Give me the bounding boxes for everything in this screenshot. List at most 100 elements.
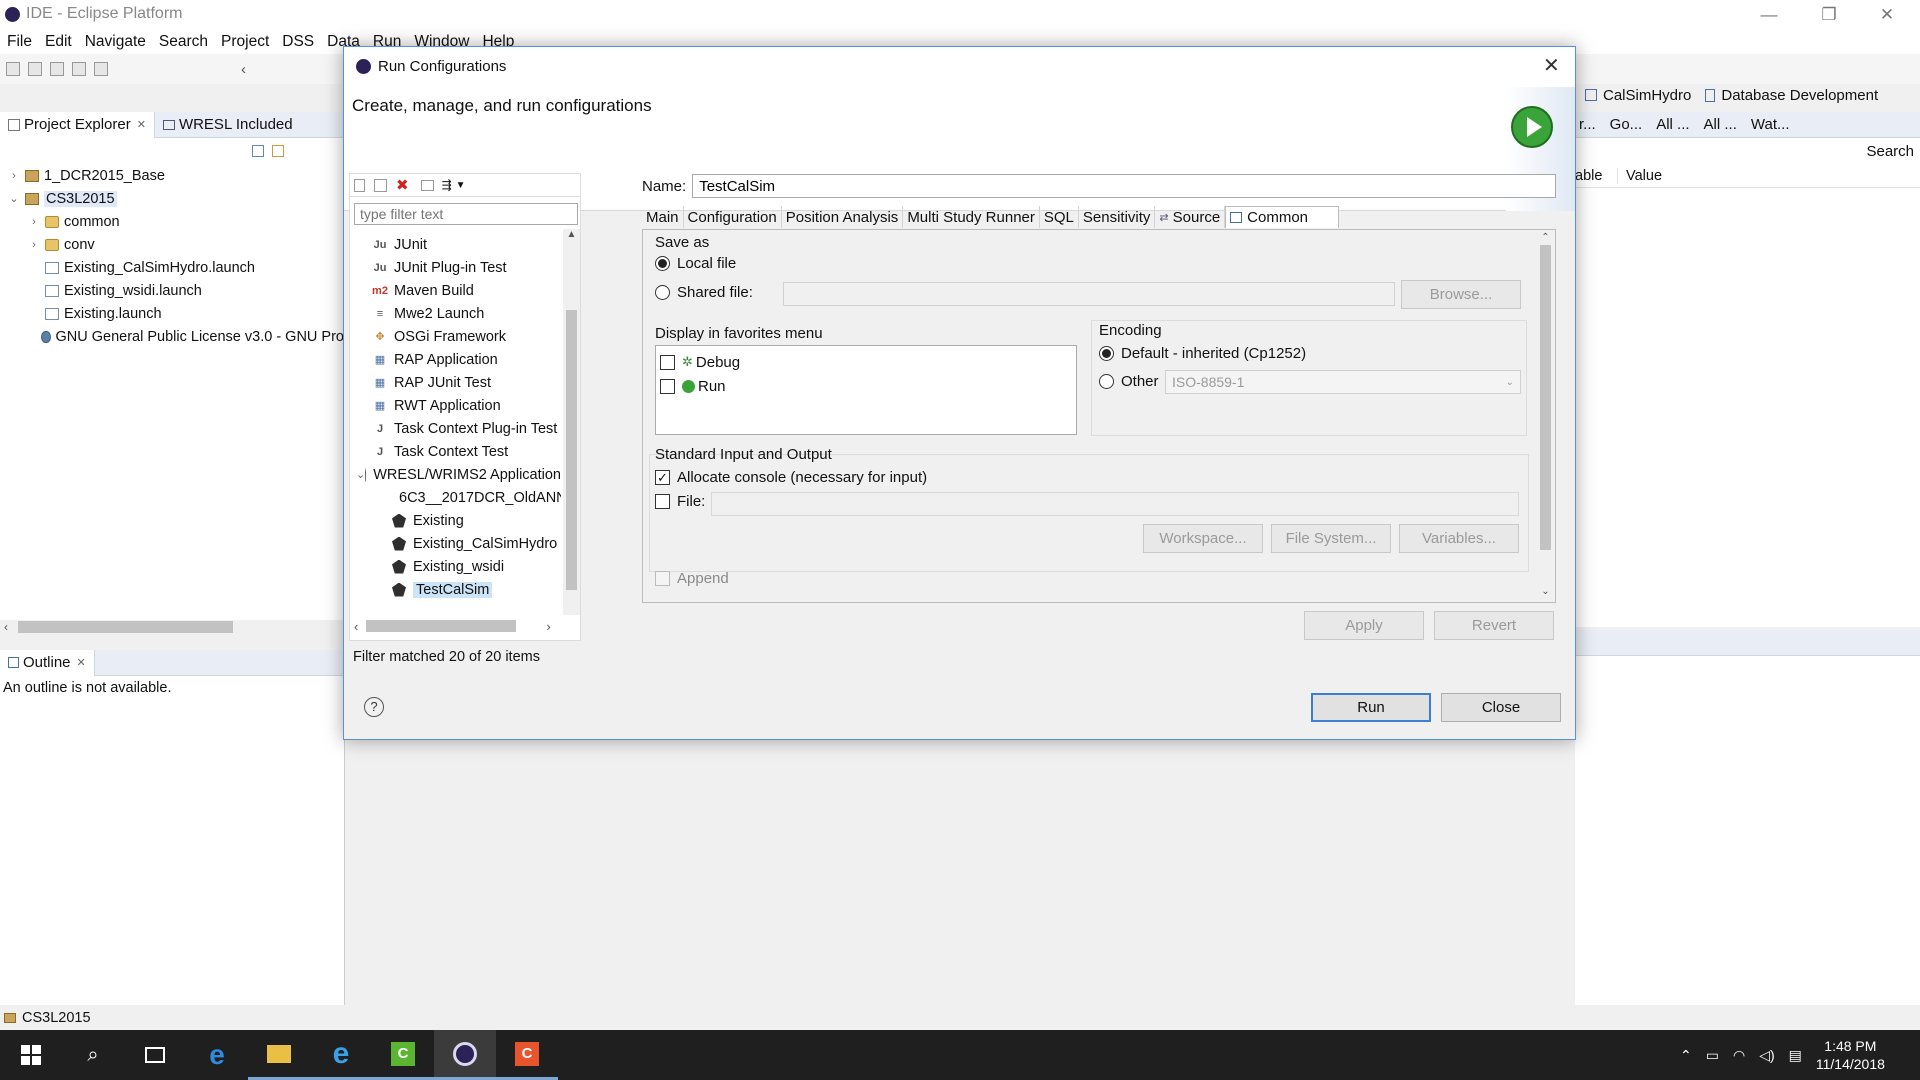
expand-toggle-icon[interactable]: ⌄ (8, 192, 20, 205)
favorite-debug-item[interactable]: ✲ Debug (660, 350, 1076, 374)
file-system-button[interactable]: File System... (1271, 524, 1391, 553)
perspective-database-development[interactable]: Database Development (1721, 87, 1878, 104)
config-type-item[interactable]: Ju JUnit Plug-in Test (356, 256, 561, 279)
close-button[interactable]: Close (1441, 693, 1561, 722)
tab-all-2[interactable]: All ... (1704, 116, 1737, 133)
column-header-name[interactable]: able (1575, 168, 1617, 184)
expand-toggle-icon[interactable]: › (8, 170, 20, 182)
filter-input[interactable] (354, 203, 578, 225)
print-icon[interactable] (94, 62, 108, 76)
close-tab-icon[interactable]: ✕ (137, 118, 146, 131)
scroll-right-icon[interactable]: › (546, 619, 550, 634)
config-type-item[interactable]: Ju JUnit (356, 233, 561, 256)
config-type-item[interactable]: ▦ RAP Application (356, 348, 561, 371)
expand-toggle-icon[interactable]: › (28, 216, 40, 228)
start-button[interactable] (0, 1030, 62, 1080)
append-checkbox[interactable] (655, 571, 670, 586)
tab-wresl-included[interactable]: WRESL Included (155, 112, 301, 138)
tab-r[interactable]: r... (1579, 116, 1596, 133)
shared-file-option[interactable]: Shared file: (655, 284, 753, 301)
debug-checkbox[interactable] (660, 354, 675, 370)
tree-item[interactable]: › 1_DCR2015_Base (8, 164, 344, 187)
config-type-item[interactable]: J Task Context Plug-in Test (356, 417, 561, 440)
tree-item[interactable]: Existing_CalSimHydro.launch (8, 256, 344, 279)
default-encoding-option[interactable]: Default - inherited (Cp1252) (1099, 345, 1306, 362)
config-type-item[interactable]: m2 Maven Build (356, 279, 561, 302)
tree-item[interactable]: Existing_wsidi.launch (8, 279, 344, 302)
allocate-console-checkbox[interactable]: ✓ (655, 470, 670, 485)
scroll-down-icon[interactable]: ⌄ (1537, 586, 1554, 597)
network-icon[interactable]: ◠ (1733, 1047, 1745, 1064)
tree-item[interactable]: Existing.launch (8, 302, 344, 325)
tab-position-analysis[interactable]: Position Analysis (782, 206, 904, 228)
variables-button[interactable]: Variables... (1399, 524, 1519, 553)
app-c-icon[interactable]: C (496, 1030, 558, 1080)
close-window-icon[interactable]: ✕ (1858, 0, 1916, 30)
delete-config-icon[interactable]: ✖ (396, 176, 409, 194)
config-type-item[interactable]: ▦ RWT Application (356, 394, 561, 417)
duplicate-config-icon[interactable] (374, 178, 387, 192)
new-package-icon[interactable] (28, 62, 42, 76)
collapse-all-icon[interactable] (420, 179, 434, 191)
filter-icon[interactable]: ⇶ (442, 178, 452, 192)
link-editor-icon[interactable] (272, 145, 284, 157)
config-type-item[interactable]: ▦ RAP JUnit Test (356, 371, 561, 394)
help-icon[interactable]: ? (364, 697, 384, 717)
run-checkbox[interactable] (660, 378, 675, 394)
config-type-item[interactable]: ≡ Mwe2 Launch (356, 302, 561, 325)
tree-item[interactable]: ⌄ CS3L2015 (8, 187, 344, 210)
other-encoding-option[interactable]: Other (1099, 373, 1159, 390)
tab-sql[interactable]: SQL (1040, 206, 1079, 228)
config-type-item[interactable]: Existing_CalSimHydro (356, 532, 561, 555)
scroll-up-icon[interactable]: ⌃ (1537, 232, 1554, 243)
expand-toggle-icon[interactable]: › (28, 239, 40, 251)
menu-file[interactable]: File (7, 33, 32, 51)
tab-sensitivity[interactable]: Sensitivity (1079, 206, 1156, 228)
output-file-checkbox[interactable] (655, 494, 670, 509)
favorite-run-item[interactable]: Run (660, 374, 1076, 398)
chevron-down-icon[interactable]: ▼ (456, 180, 466, 191)
scroll-thumb[interactable] (366, 620, 517, 632)
task-view-icon[interactable] (124, 1030, 186, 1080)
workspace-button[interactable]: Workspace... (1143, 524, 1263, 553)
clock[interactable]: 1:48 PM 11/14/2018 (1816, 1037, 1885, 1073)
save-all-icon[interactable] (72, 62, 86, 76)
save-icon[interactable] (50, 62, 64, 76)
show-hidden-icons-icon[interactable]: ⌃ (1680, 1047, 1692, 1064)
tab-source[interactable]: ⇄ Source (1155, 206, 1226, 228)
collapse-all-icon[interactable] (252, 145, 264, 157)
internet-explorer-icon[interactable]: e (310, 1030, 372, 1080)
revert-button[interactable]: Revert (1434, 611, 1554, 640)
scroll-up-icon[interactable]: ▲ (563, 229, 580, 240)
config-type-item[interactable]: Existing (356, 509, 561, 532)
tab-configuration[interactable]: Configuration (684, 206, 782, 228)
menu-project[interactable]: Project (221, 33, 269, 51)
volume-icon[interactable]: ◁) (1759, 1047, 1774, 1064)
tab-all-1[interactable]: All ... (1656, 116, 1689, 133)
back-icon[interactable]: ‹ (241, 61, 246, 78)
output-file-option[interactable]: File: (655, 493, 705, 510)
other-encoding-select[interactable]: ISO-8859-1 ⌄ (1165, 370, 1521, 394)
config-type-item[interactable]: 6C3__2017DCR_OldANN_New (356, 486, 561, 509)
scroll-thumb[interactable] (18, 621, 233, 633)
close-dialog-icon[interactable]: ✕ (1543, 53, 1560, 78)
other-encoding-radio[interactable] (1099, 374, 1114, 389)
local-file-radio[interactable] (655, 256, 670, 271)
menu-search[interactable]: Search (159, 33, 208, 51)
menu-navigate[interactable]: Navigate (85, 33, 146, 51)
maximize-icon[interactable]: ❐ (1800, 0, 1858, 30)
tab-project-explorer[interactable]: Project Explorer ✕ (0, 111, 155, 138)
horizontal-scrollbar[interactable]: ‹ (0, 620, 345, 634)
collapse-toggle-icon[interactable]: ⌄ (356, 468, 365, 481)
notification-icon[interactable]: ▤ (1789, 1047, 1802, 1064)
close-tab-icon[interactable]: ✕ (77, 656, 86, 669)
shared-file-radio[interactable] (655, 285, 670, 300)
perspective-calsimhydro[interactable]: CalSimHydro (1603, 87, 1691, 104)
tab-outline[interactable]: Outline ✕ (0, 649, 95, 676)
tree-item[interactable]: › common (8, 210, 344, 233)
file-explorer-icon[interactable] (248, 1030, 310, 1080)
config-type-item[interactable]: ✥ OSGi Framework (356, 325, 561, 348)
apply-button[interactable]: Apply (1304, 611, 1424, 640)
menu-dss[interactable]: DSS (282, 33, 314, 51)
search-label[interactable]: Search (1866, 143, 1914, 160)
